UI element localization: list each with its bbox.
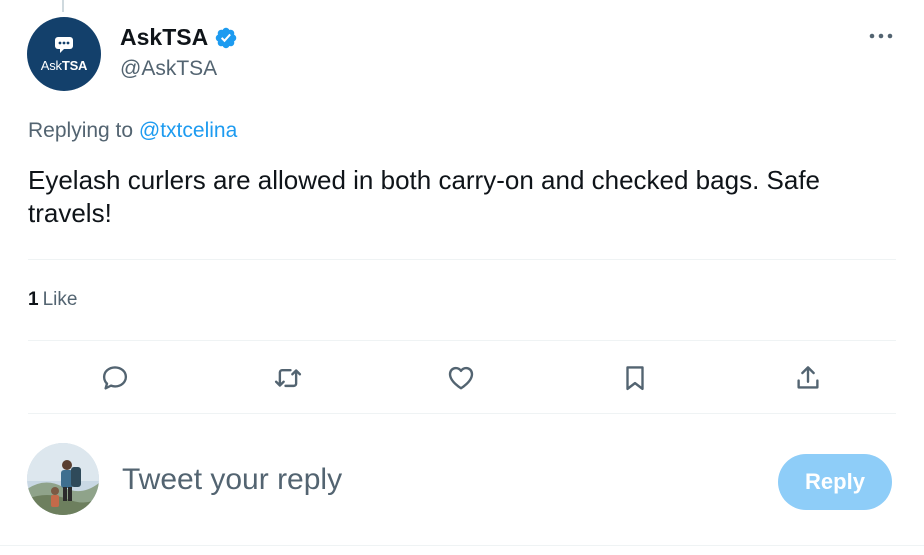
replying-to-mention-link[interactable]: @txtcelina xyxy=(139,119,237,142)
bookmark-action-button[interactable] xyxy=(617,360,653,396)
tweet-actions-bar xyxy=(0,360,924,396)
like-action-button[interactable] xyxy=(443,360,479,396)
divider xyxy=(28,259,896,260)
divider xyxy=(28,340,896,341)
author-avatar[interactable]: AskTSA xyxy=(27,17,101,91)
user-avatar[interactable] xyxy=(27,443,99,515)
heart-icon xyxy=(448,366,474,390)
bookmark-icon xyxy=(626,366,644,391)
like-label: Like xyxy=(42,289,78,310)
likes-summary[interactable]: 1 Like xyxy=(28,289,77,311)
comment-icon xyxy=(102,366,128,390)
reply-action-button[interactable] xyxy=(97,360,133,396)
tweet-text: Eyelash curlers are allowed in both carr… xyxy=(28,165,820,228)
divider xyxy=(0,545,924,546)
replying-to: Replying to @txtcelina xyxy=(28,119,237,143)
user-avatar-image xyxy=(27,443,99,515)
verified-badge-icon xyxy=(215,27,237,48)
more-options-icon[interactable] xyxy=(866,26,896,46)
replying-to-label: Replying to xyxy=(28,119,134,142)
retweet-icon xyxy=(274,368,302,388)
divider xyxy=(28,413,896,414)
avatar-logo-text: AskTSA xyxy=(40,57,88,73)
reply-submit-button[interactable]: Reply xyxy=(778,454,892,510)
share-action-button[interactable] xyxy=(790,360,826,396)
reply-input[interactable] xyxy=(122,463,722,497)
author-display-name[interactable]: AskTSA xyxy=(120,24,208,51)
chat-bubble-icon xyxy=(55,36,73,53)
retweet-action-button[interactable] xyxy=(270,360,306,396)
thread-connector-line xyxy=(62,0,64,12)
author-handle[interactable]: @AskTSA xyxy=(120,57,217,81)
author-name-row: AskTSA xyxy=(120,24,238,51)
like-count: 1 xyxy=(28,289,39,310)
share-icon xyxy=(797,366,819,389)
